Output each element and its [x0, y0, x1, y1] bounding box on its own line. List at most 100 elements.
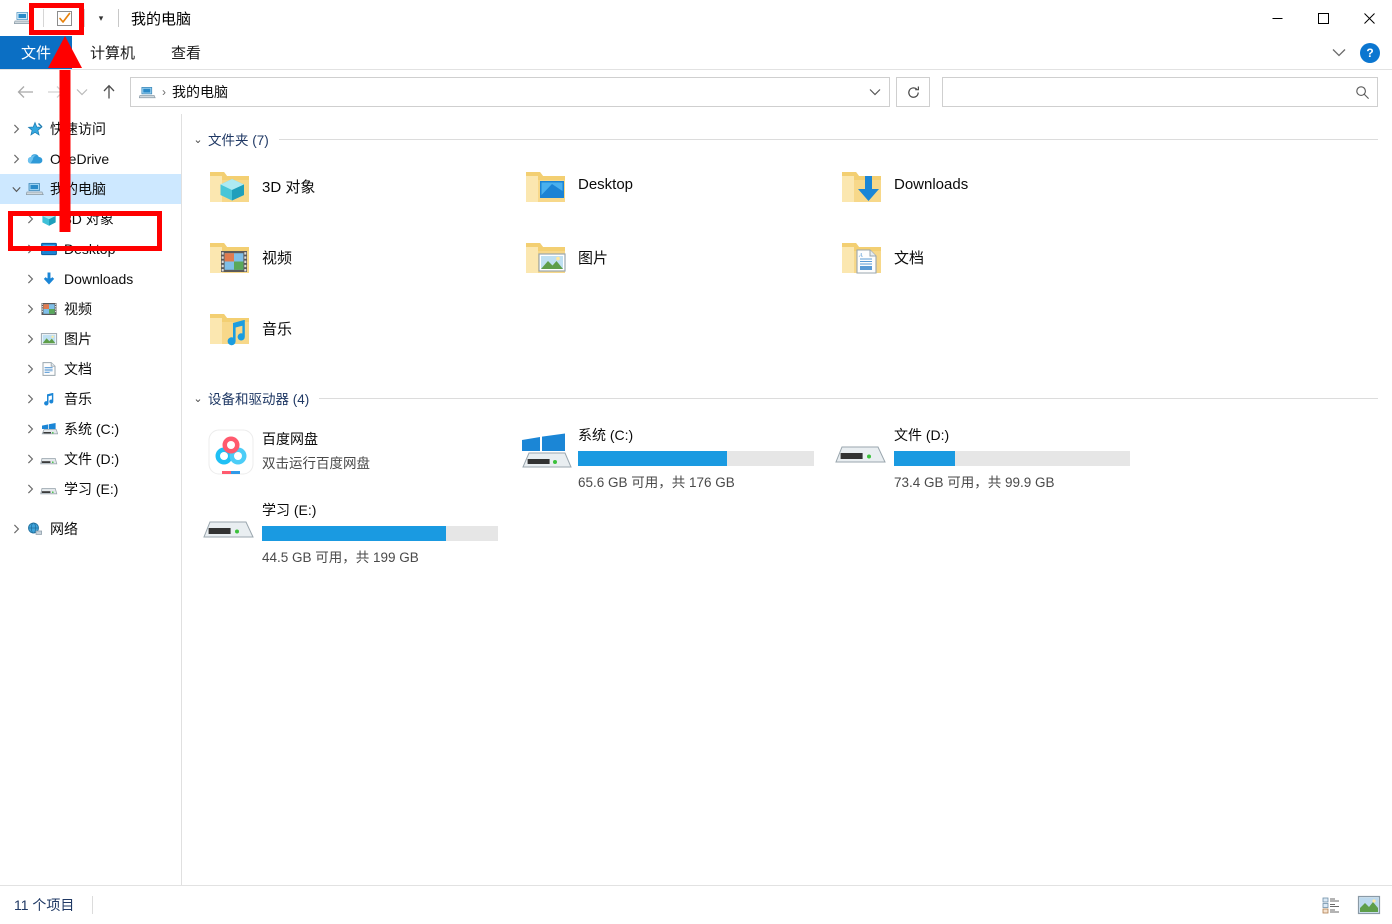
content-pane[interactable]: ⌄ 文件夹 (7) 3D 对象 Desktop Downloads 视频 图片 A 文档音乐… — [182, 114, 1392, 885]
chevron-right-icon[interactable] — [22, 454, 38, 464]
sidebar-item-label: Downloads — [64, 271, 134, 287]
folder-pictures-icon — [516, 233, 578, 279]
drive-capacity-fill — [578, 451, 727, 466]
chevron-down-icon[interactable] — [8, 186, 24, 193]
sidebar-item-this-pc[interactable]: 我的电脑 — [0, 174, 181, 204]
folder-tile[interactable]: 图片 — [516, 229, 832, 300]
address-dropdown-icon[interactable] — [861, 78, 889, 106]
chevron-right-icon[interactable] — [8, 154, 24, 164]
drive-tile[interactable]: 系统 (C:) 65.6 GB 可用，共 176 GB — [516, 415, 832, 490]
baidu-netdisk-icon — [200, 421, 262, 483]
drive-icon — [832, 421, 894, 483]
sidebar-item-drive-c[interactable]: 系统 (C:) — [0, 414, 181, 444]
cloud-icon — [24, 151, 46, 167]
svg-text:A: A — [858, 253, 863, 259]
folder-tile[interactable]: 3D 对象 — [200, 158, 516, 229]
app-tile-baidu-netdisk[interactable]: 百度网盘 双击运行百度网盘 — [200, 415, 516, 490]
maximize-button[interactable] — [1300, 0, 1346, 36]
folder-tile[interactable]: 音乐 — [200, 300, 516, 371]
drive-tile-list[interactable]: 百度网盘 双击运行百度网盘 系统 (C:) 65.6 GB 可用，共 176 GB 文件… — [200, 415, 1392, 565]
chevron-right-icon[interactable] — [8, 124, 24, 134]
chevron-right-icon[interactable] — [22, 364, 38, 374]
ribbon-tab-strip: 文件 计算机 查看 — [0, 36, 1392, 69]
folder-tile[interactable]: Downloads — [832, 158, 1148, 229]
group-header-devices[interactable]: ⌄ 设备和驱动器 (4) — [190, 385, 1392, 411]
search-icon[interactable] — [1347, 78, 1377, 106]
minimize-button[interactable] — [1254, 0, 1300, 36]
title-bar: ▾ 我的电脑 — [0, 0, 1392, 36]
sidebar-item-documents[interactable]: 文档 — [0, 354, 181, 384]
chevron-right-icon[interactable] — [22, 484, 38, 494]
this-pc-icon — [24, 181, 46, 197]
large-icons-view-button[interactable] — [1356, 893, 1382, 917]
chevron-right-icon[interactable] — [22, 424, 38, 434]
up-button[interactable] — [94, 76, 124, 108]
sidebar-item-music[interactable]: 音乐 — [0, 384, 181, 414]
navigation-bar: › 我的电脑 — [0, 70, 1392, 114]
search-box[interactable] — [942, 77, 1378, 107]
details-view-button[interactable] — [1320, 893, 1346, 917]
sidebar-item-label: 学习 (E:) — [64, 481, 119, 497]
tab-view[interactable]: 查看 — [153, 36, 219, 69]
drive-tile-label: 文件 (D:) — [894, 427, 950, 443]
sidebar-item-label: 视频 — [64, 301, 92, 317]
group-header-folders[interactable]: ⌄ 文件夹 (7) — [190, 126, 1392, 152]
properties-checkbox-icon[interactable] — [49, 4, 79, 32]
tab-computer[interactable]: 计算机 — [72, 36, 153, 69]
close-button[interactable] — [1346, 0, 1392, 36]
sidebar-item-quick-access[interactable]: 快速访问 — [0, 114, 181, 144]
folder-tile-label: 文档 — [894, 250, 925, 267]
windows-drive-icon — [516, 421, 578, 483]
chevron-right-icon[interactable] — [22, 274, 38, 284]
chevron-down-icon[interactable] — [1326, 40, 1352, 66]
recent-locations-button[interactable] — [70, 76, 94, 108]
refresh-button[interactable] — [896, 77, 930, 107]
sidebar-item-onedrive[interactable]: OneDrive — [0, 144, 181, 174]
folder-tile-list[interactable]: 3D 对象 Desktop Downloads 视频 图片 A 文档音乐 — [200, 158, 1392, 371]
navigation-pane[interactable]: 快速访问 OneDrive 我的电脑 3D 对象 Desktop Downloads 视频图… — [0, 114, 181, 885]
folder-tile[interactable]: A 文档 — [832, 229, 1148, 300]
window-title: 我的电脑 — [131, 10, 192, 28]
folder-tile[interactable]: Desktop — [516, 158, 832, 229]
chevron-down-icon[interactable]: ⌄ — [190, 392, 206, 405]
drive-tile[interactable]: 文件 (D:) 73.4 GB 可用，共 99.9 GB — [832, 415, 1148, 490]
sidebar-item-label: 图片 — [64, 331, 92, 347]
tab-file[interactable]: 文件 — [0, 36, 72, 69]
documents-icon — [38, 361, 60, 377]
sidebar-item-pictures[interactable]: 图片 — [0, 324, 181, 354]
window-controls — [1254, 0, 1392, 36]
breadcrumb-separator[interactable]: › — [162, 85, 166, 99]
forward-button[interactable] — [40, 76, 70, 108]
sidebar-item-network[interactable]: 网络 — [0, 514, 181, 544]
help-button[interactable]: ? — [1360, 42, 1380, 63]
sidebar-item-label: 系统 (C:) — [64, 421, 120, 437]
sidebar-item-drive-e[interactable]: 学习 (E:) — [0, 474, 181, 504]
chevron-right-icon[interactable] — [22, 334, 38, 344]
drive-tile[interactable]: 学习 (E:) 44.5 GB 可用，共 199 GB — [200, 490, 516, 565]
back-button[interactable] — [10, 76, 40, 108]
3d-objects-icon — [38, 211, 60, 227]
sidebar-item-3d-objects[interactable]: 3D 对象 — [0, 204, 181, 234]
chevron-right-icon[interactable] — [22, 304, 38, 314]
chevron-right-icon[interactable] — [8, 524, 24, 534]
videos-icon — [38, 301, 60, 317]
app-tile-subtitle: 双击运行百度网盘 — [262, 456, 370, 471]
qat-chevron-down-icon[interactable]: ▾ — [90, 4, 112, 32]
chevron-down-icon[interactable]: ⌄ — [190, 133, 206, 146]
ribbon-right-controls: ? — [1326, 36, 1386, 69]
folder-tile[interactable]: 视频 — [200, 229, 516, 300]
group-title-devices: 设备和驱动器 (4) — [208, 392, 310, 407]
folder-downloads-icon — [832, 162, 894, 208]
sidebar-item-downloads[interactable]: Downloads — [0, 264, 181, 294]
address-bar[interactable]: › 我的电脑 — [130, 77, 890, 107]
sidebar-item-drive-d[interactable]: 文件 (D:) — [0, 444, 181, 474]
chevron-right-icon[interactable] — [22, 244, 38, 254]
sidebar-item-desktop[interactable]: Desktop — [0, 234, 181, 264]
status-divider — [92, 896, 94, 914]
chevron-right-icon[interactable] — [22, 214, 38, 224]
item-count-label: 11 个项目 — [14, 897, 75, 913]
sidebar-item-videos[interactable]: 视频 — [0, 294, 181, 324]
chevron-right-icon[interactable] — [22, 394, 38, 404]
breadcrumb-current[interactable]: 我的电脑 — [172, 82, 228, 102]
search-input[interactable] — [943, 78, 1347, 106]
